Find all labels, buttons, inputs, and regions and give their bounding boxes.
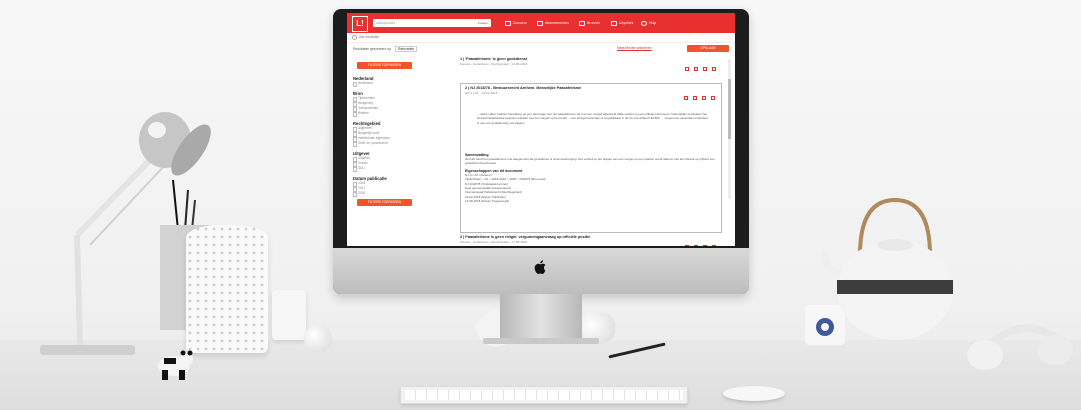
help-icon [641, 20, 647, 26]
result-card-expanded: 2 | NJ 2018/78 - Bestuursrecht Arnhem. M… [460, 83, 722, 233]
nav-hulp[interactable]: Hulp [641, 19, 656, 27]
magic-mouse [723, 386, 785, 401]
imac-screen: L! zoekopdracht Zoeken Dossiers Abonneme… [347, 13, 735, 246]
nav-label: Bronnen [587, 21, 601, 25]
result-title[interactable]: 3 | Paasaferisme is geen religie: vergun… [460, 235, 722, 239]
result-item[interactable]: 3 | Paasaferisme is geen religie: vergun… [460, 235, 722, 246]
result-item[interactable]: 1 | 'Paasaferisme' is geen godsdienst Ni… [460, 57, 722, 71]
scrollbar-thumb[interactable] [728, 79, 731, 139]
headphones [967, 324, 1073, 370]
share-icon[interactable] [712, 245, 716, 246]
print-icon[interactable] [694, 245, 698, 246]
result-meta: Nieuws - Godsdienst - Rechtspraak - 17-0… [460, 240, 528, 244]
search-input[interactable]: zoekopdracht Zoeken [373, 19, 491, 27]
home-icon[interactable] [352, 35, 357, 40]
star-icon [611, 20, 617, 26]
small-vase [272, 290, 306, 340]
summary-text: Het Hof heeft het paasaferisme niet aang… [465, 157, 715, 166]
result-meta: NJ nl L.M. - 23-02-2018 [465, 91, 498, 95]
select-link[interactable]: Meer/Minder selecteren [617, 46, 652, 50]
keyboard [400, 386, 688, 404]
share-icon[interactable] [711, 96, 715, 100]
share-icon[interactable] [712, 67, 716, 71]
save-icon[interactable] [685, 245, 689, 246]
nav-uitgelicht[interactable]: Uitgelicht [611, 19, 633, 27]
apply-filters-button-top[interactable]: FILTERS TOEPASSEN [357, 62, 412, 69]
folder-icon [505, 20, 511, 26]
nav-label: Abonnementen [545, 21, 569, 25]
property-line: 13-08-2018 (Datum Toegevoegd) [465, 199, 510, 204]
save-icon[interactable] [685, 67, 689, 71]
nav-label: Hulp [649, 21, 657, 25]
results-list: 1 | 'Paasaferisme' is geen godsdienst Ni… [460, 57, 722, 246]
result-actions [684, 96, 715, 100]
nav-label: Uitgelicht [619, 21, 634, 25]
nav-dossiers[interactable]: Dossiers [505, 19, 527, 27]
nav-bronnen[interactable]: Bronnen [579, 19, 600, 27]
apple-logo-icon [534, 260, 546, 274]
imac-stand [500, 294, 582, 340]
download-icon[interactable] [702, 96, 706, 100]
result-actions [685, 67, 716, 71]
filter-sidebar: Nederland Nederland Bron Tijdschriften W… [353, 71, 453, 197]
nav-abonnementen[interactable]: Abonnementen [537, 19, 569, 27]
keyboard-keys [405, 390, 683, 400]
filter-option[interactable]: Nederland [353, 81, 453, 87]
search-button[interactable]: Zoeken [478, 19, 488, 27]
sort-bar: Resultaten gesorteerd op Relevantie [353, 46, 418, 52]
save-icon[interactable] [684, 96, 688, 100]
result-actions [685, 245, 716, 246]
search-placeholder: zoekopdracht [376, 21, 396, 25]
imac-stand-foot [483, 338, 599, 344]
result-snippet: ... deels zaken hadden betrekking op een… [477, 112, 708, 125]
filter-option[interactable]: Straf- en procesrecht [353, 141, 453, 147]
result-title[interactable]: 1 | 'Paasaferisme' is geen godsdienst [460, 57, 722, 61]
result-meta: Nieuws - Godsdienst - Rechtspraak - 13-0… [460, 62, 528, 66]
print-icon[interactable] [693, 96, 697, 100]
print-icon[interactable] [694, 67, 698, 71]
download-icon[interactable] [703, 67, 707, 71]
bell-icon [537, 20, 543, 26]
sort-label: Resultaten gesorteerd op [353, 47, 392, 51]
apply-filters-button-bottom[interactable]: FILTERS TOEPASSEN [357, 199, 412, 206]
desk-scene: L! zoekopdracht Zoeken Dossiers Abonneme… [0, 0, 1081, 410]
breadcrumb-home[interactable]: Alle resultaten [359, 35, 379, 39]
white-ball [304, 325, 332, 353]
result-title[interactable]: 2 | NJ 2018/78 - Bestuursrecht Arnhem. M… [465, 86, 717, 90]
filter-option[interactable]: Boeken [353, 111, 453, 117]
nav-label: Dossiers [513, 21, 527, 25]
book-icon [579, 20, 585, 26]
download-icon[interactable] [703, 245, 707, 246]
filter-option[interactable]: SDU [353, 166, 453, 172]
breadcrumb [347, 33, 735, 43]
app-header: L! zoekopdracht Zoeken Dossiers Abonneme… [347, 13, 735, 33]
sort-select[interactable]: Relevantie [395, 46, 418, 52]
app-logo[interactable]: L! [352, 16, 368, 32]
perforated-lantern [186, 225, 268, 353]
save-button[interactable]: OPSLAAN [687, 45, 729, 52]
teapot [820, 197, 953, 340]
panda-figurine [158, 350, 193, 380]
filter-option[interactable]: 2016 [353, 191, 453, 197]
